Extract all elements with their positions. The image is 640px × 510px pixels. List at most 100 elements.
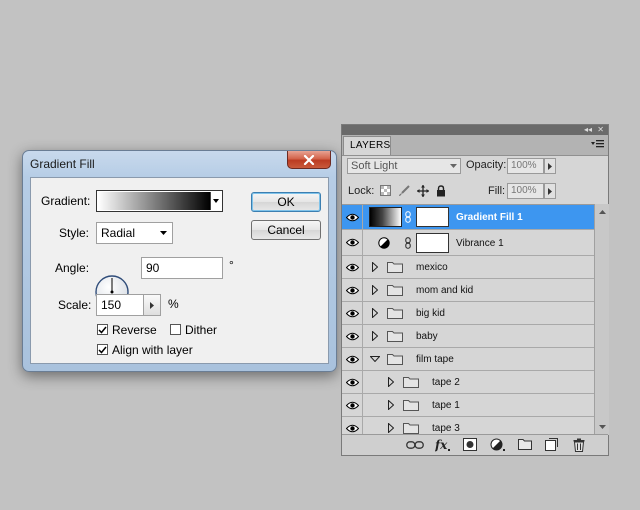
eye-icon [345, 378, 359, 386]
panel-menu-icon[interactable] [591, 140, 604, 149]
layer-name: Vibrance 1 [456, 238, 504, 249]
ok-button[interactable]: OK [251, 192, 321, 212]
layer-group-mom-and-kid[interactable]: mom and kid [342, 279, 594, 302]
panel-tab-bar: LAYERS [342, 135, 608, 156]
new-layer-icon[interactable] [545, 438, 558, 451]
layer-mask-thumbnail[interactable] [416, 233, 449, 253]
expand-triangle-icon[interactable] [372, 262, 378, 272]
adjustment-layer-icon [378, 237, 390, 249]
layer-group-mexico[interactable]: mexico [342, 256, 594, 279]
visibility-toggle[interactable] [342, 325, 363, 347]
chevron-down-icon [598, 425, 606, 429]
layers-bottom-toolbar: fx [342, 434, 608, 455]
opacity-label: Opacity: [466, 159, 507, 171]
visibility-toggle[interactable] [342, 205, 363, 229]
expand-triangle-icon[interactable] [388, 377, 394, 387]
reverse-checkbox[interactable] [97, 324, 108, 335]
fill-slider-button[interactable] [544, 183, 556, 199]
layer-group-tape-1[interactable]: tape 1 [342, 394, 594, 417]
chevron-down-icon [160, 231, 167, 235]
collapse-triangle-icon[interactable] [370, 356, 380, 362]
layer-gradient-fill-1[interactable]: Gradient Fill 1 [342, 205, 594, 230]
layer-vibrance-1[interactable]: Vibrance 1 [342, 230, 594, 256]
chevron-up-icon [598, 210, 606, 214]
opacity-input[interactable]: 100% [507, 158, 544, 174]
tab-layers[interactable]: LAYERS [343, 136, 391, 155]
lock-transparency-icon[interactable] [380, 185, 391, 196]
visibility-toggle[interactable] [342, 279, 363, 301]
new-group-icon[interactable] [518, 438, 532, 450]
visibility-toggle[interactable] [342, 394, 363, 416]
panel-title-bar[interactable]: ◂◂ ✕ [342, 125, 608, 135]
style-select[interactable]: Radial [96, 222, 173, 244]
chain-link-icon[interactable] [405, 237, 411, 249]
close-panel-icon[interactable]: ✕ [597, 126, 604, 134]
lock-pixels-icon[interactable] [398, 185, 410, 197]
gradient-preview[interactable] [98, 192, 210, 210]
align-with-layer-label: Align with layer [112, 343, 193, 357]
align-with-layer-checkbox[interactable] [97, 344, 108, 355]
gradient-fill-thumbnail[interactable] [369, 207, 402, 227]
opacity-value: 100% [511, 160, 537, 171]
visibility-toggle[interactable] [342, 230, 363, 255]
scale-slider-button[interactable] [143, 295, 160, 315]
scroll-up-button[interactable] [595, 206, 609, 218]
blend-mode-select[interactable]: Soft Light [347, 158, 461, 174]
fill-value: 100% [511, 185, 537, 196]
close-icon [303, 154, 315, 165]
layer-group-film-tape[interactable]: film tape [342, 348, 594, 371]
lock-position-icon[interactable] [417, 185, 429, 197]
angle-unit: ° [229, 258, 234, 272]
gradient-picker[interactable] [96, 190, 223, 212]
layer-group-baby[interactable]: baby [342, 325, 594, 348]
lock-label: Lock: [348, 185, 375, 197]
layer-name: tape 1 [432, 400, 460, 411]
scale-input[interactable]: 150 [96, 294, 161, 316]
gradient-fill-dialog: Gradient Fill Gradient: Style: Radial An… [22, 150, 337, 372]
checkmark-icon [98, 326, 107, 334]
expand-triangle-icon[interactable] [372, 308, 378, 318]
layer-name: tape 2 [432, 377, 460, 388]
folder-icon [387, 308, 403, 319]
scroll-down-button[interactable] [595, 421, 609, 433]
chevron-right-icon [548, 187, 552, 195]
dialog-body: Gradient: Style: Radial Angle: 90 ° Scal… [30, 177, 329, 364]
visibility-toggle[interactable] [342, 302, 363, 324]
angle-input[interactable]: 90 [141, 257, 223, 279]
layer-name: mexico [416, 262, 448, 273]
blend-mode-value: Soft Light [351, 160, 398, 172]
opacity-slider-button[interactable] [544, 158, 556, 174]
link-layers-icon[interactable] [406, 441, 424, 449]
layer-group-tape-2[interactable]: tape 2 [342, 371, 594, 394]
dither-checkbox[interactable] [170, 324, 181, 335]
lock-all-icon[interactable] [436, 185, 446, 197]
eye-icon [345, 263, 359, 271]
layer-name: film tape [416, 354, 454, 365]
cancel-button[interactable]: Cancel [251, 220, 321, 240]
visibility-toggle[interactable] [342, 256, 363, 278]
fx-icon[interactable]: fx [435, 438, 451, 452]
layer-mask-thumbnail[interactable] [416, 207, 449, 227]
visibility-toggle[interactable] [342, 371, 363, 393]
adjustment-layer-icon[interactable] [490, 438, 506, 452]
close-button[interactable] [287, 151, 331, 169]
folder-icon [403, 423, 419, 434]
add-mask-icon[interactable] [463, 438, 477, 451]
layer-group-big-kid[interactable]: big kid [342, 302, 594, 325]
layer-name: Gradient Fill 1 [456, 212, 523, 223]
fill-input[interactable]: 100% [507, 183, 544, 199]
gradient-dropdown-button[interactable] [210, 192, 221, 210]
chevron-down-icon [450, 164, 457, 168]
visibility-toggle[interactable] [342, 348, 363, 370]
chain-link-icon[interactable] [405, 211, 411, 223]
layers-scrollbar[interactable] [594, 204, 609, 435]
trash-icon[interactable] [573, 438, 585, 452]
collapse-panel-icon[interactable]: ◂◂ [584, 126, 592, 134]
expand-triangle-icon[interactable] [372, 285, 378, 295]
layers-list: Gradient Fill 1 Vibrance 1 mexico mom an… [342, 204, 594, 436]
expand-triangle-icon[interactable] [388, 400, 394, 410]
chevron-down-icon [213, 199, 219, 203]
expand-triangle-icon[interactable] [388, 423, 394, 433]
expand-triangle-icon[interactable] [372, 331, 378, 341]
reverse-label: Reverse [112, 323, 157, 337]
